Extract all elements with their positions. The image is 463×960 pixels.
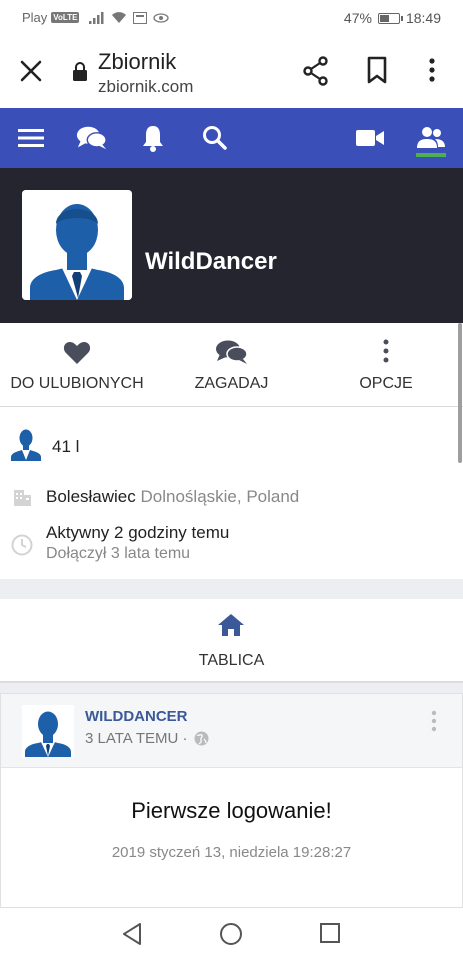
volte-badge: VoLTE <box>51 12 80 23</box>
android-navigation-bar <box>0 908 463 960</box>
recents-icon[interactable] <box>319 922 341 944</box>
post-header: WILDDANCER 3 LATA TEMU · <box>1 694 462 768</box>
section-divider <box>0 683 463 693</box>
site-navigation <box>0 108 463 168</box>
chat-icon[interactable] <box>76 122 108 154</box>
browser-page-title: Zbiornik <box>98 49 177 74</box>
signal-icon <box>89 11 104 24</box>
notification-icon <box>133 11 148 24</box>
browser-url[interactable]: zbiornik.com <box>98 77 193 97</box>
section-divider <box>0 579 463 599</box>
options-button[interactable]: OPCJE <box>309 323 463 407</box>
user-avatar-icon <box>11 429 41 461</box>
browser-toolbar: Zbiornik zbiornik.com <box>0 36 463 108</box>
close-icon[interactable] <box>18 58 44 84</box>
favorite-label: DO ULUBIONYCH <box>10 375 144 392</box>
globe-icon <box>194 731 209 746</box>
wall-post: WILDDANCER 3 LATA TEMU · Pierwsze logowa… <box>0 693 463 908</box>
region-name: Dolnośląskie, Poland <box>140 487 300 506</box>
building-icon <box>14 490 31 506</box>
back-icon[interactable] <box>121 922 143 946</box>
post-time: 3 LATA TEMU · <box>85 730 188 747</box>
share-icon[interactable] <box>302 56 330 86</box>
bookmark-icon[interactable] <box>366 56 388 84</box>
eye-icon <box>153 12 170 23</box>
status-bar: Play VoLTE 47% 18:49 <box>0 0 463 36</box>
post-author-avatar[interactable] <box>22 705 74 757</box>
chat-bubbles-icon <box>215 340 248 364</box>
tab-tablica[interactable]: TABLICA <box>0 599 463 683</box>
clock-time: 18:49 <box>405 10 441 26</box>
video-icon[interactable] <box>354 122 386 154</box>
last-active: Aktywny 2 godziny temu <box>46 523 230 542</box>
menu-icon[interactable] <box>15 122 47 154</box>
home-button-icon[interactable] <box>219 922 243 946</box>
profile-info-card: 41 l Bolesławiec Dolnośląskie, Poland Ak… <box>0 407 463 579</box>
ask-button[interactable]: ZAGADAJ <box>154 323 309 407</box>
profile-header: WildDancer <box>0 168 463 323</box>
active-tab-indicator <box>416 153 446 157</box>
carrier-name: Play <box>22 10 48 25</box>
profile-location: Bolesławiec Dolnośląskie, Poland <box>46 487 299 507</box>
battery-icon <box>377 12 403 24</box>
ask-label: ZAGADAJ <box>194 375 269 392</box>
profile-actions: DO ULUBIONYCH ZAGADAJ OPCJE <box>0 323 463 407</box>
bell-icon[interactable] <box>137 122 169 154</box>
scrollbar[interactable] <box>458 323 462 463</box>
wifi-icon <box>112 11 127 23</box>
post-author-name[interactable]: WILDDANCER <box>85 708 188 725</box>
more-vert-icon <box>383 339 389 363</box>
joined-date: Dołączył 3 lata temu <box>46 545 191 562</box>
city-name: Bolesławiec <box>46 487 136 506</box>
profile-username: WildDancer <box>145 248 277 275</box>
people-icon[interactable] <box>415 122 447 154</box>
tab-label: TABLICA <box>198 652 265 669</box>
status-right: 47% 18:49 <box>344 10 441 26</box>
home-icon <box>218 614 244 636</box>
battery-percent: 47% <box>343 10 372 26</box>
favorite-button[interactable]: DO ULUBIONYCH <box>0 323 154 407</box>
profile-age: 41 l <box>52 437 80 456</box>
lock-icon <box>73 62 87 81</box>
profile-avatar[interactable] <box>22 190 132 300</box>
post-title: Pierwsze logowanie! <box>131 798 332 823</box>
post-date: 2019 styczeń 13, niedziela 19:28:27 <box>111 844 352 861</box>
more-vert-icon[interactable] <box>424 56 440 84</box>
clock-icon <box>11 534 33 556</box>
status-left: Play VoLTE <box>22 10 170 25</box>
post-meta: 3 LATA TEMU · <box>85 730 209 747</box>
heart-icon <box>63 342 91 364</box>
post-options-icon[interactable] <box>429 710 439 732</box>
options-label: OPCJE <box>359 375 413 392</box>
search-icon[interactable] <box>199 122 231 154</box>
